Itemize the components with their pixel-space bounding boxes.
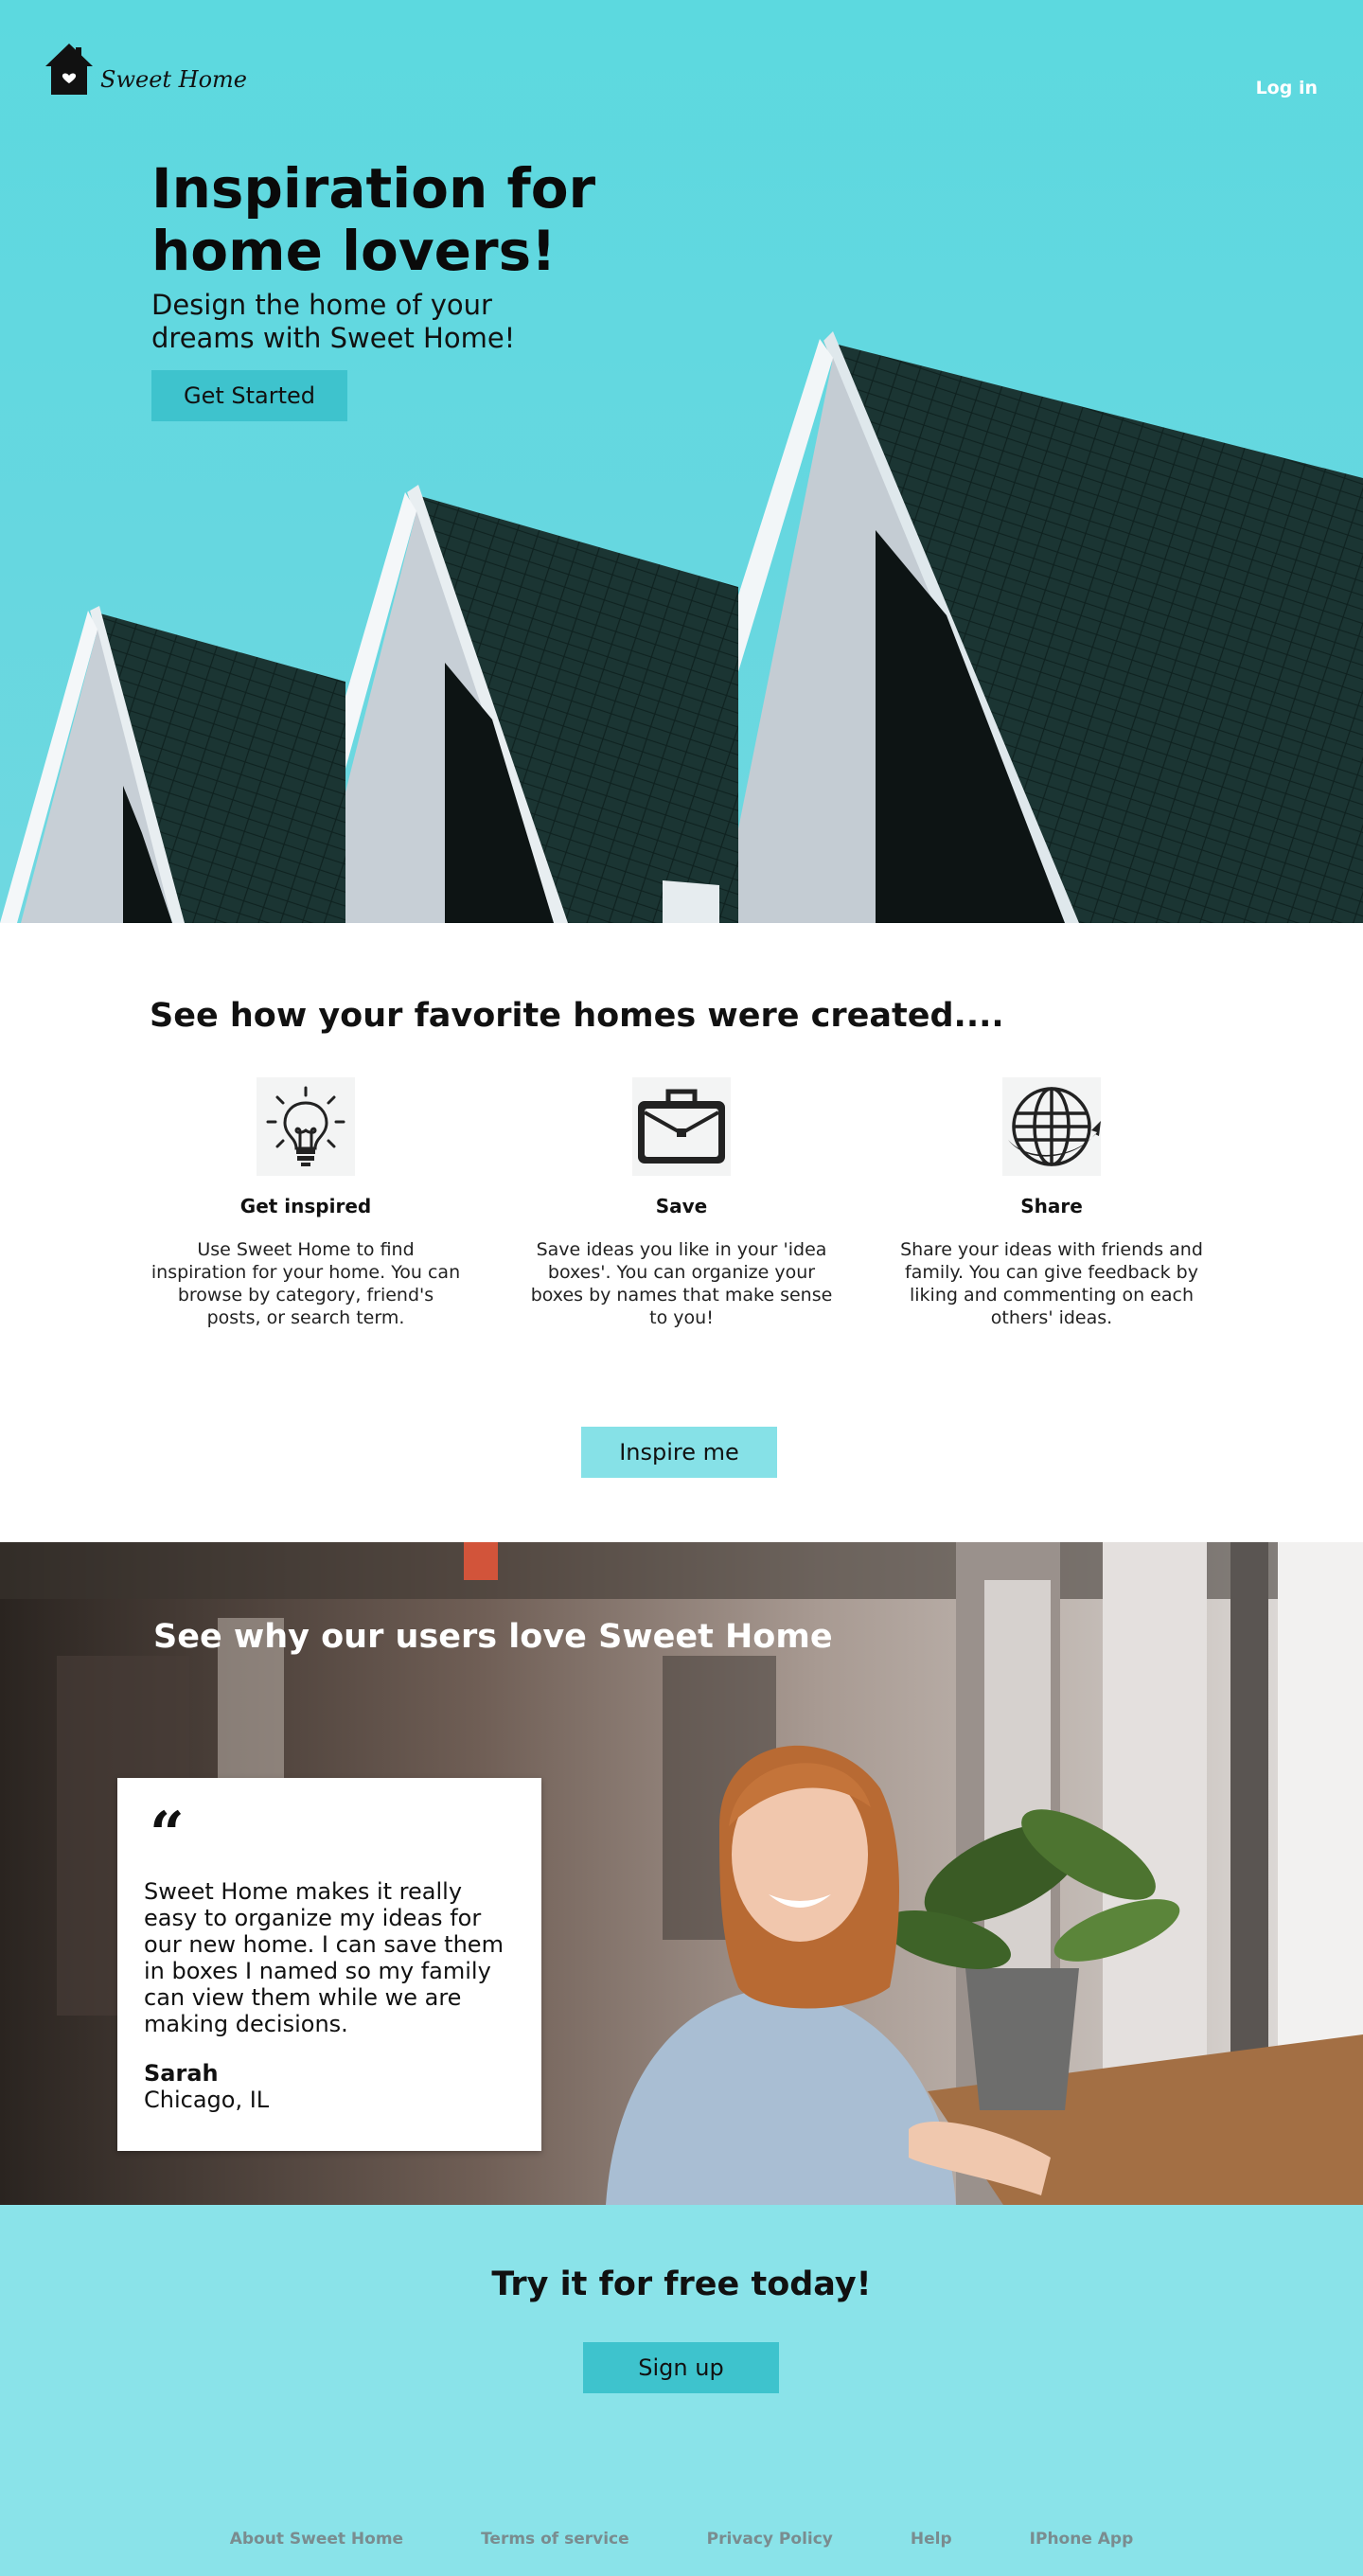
brand-logo[interactable]: Sweet Home: [44, 42, 247, 97]
lightbulb-icon-wrap: [257, 1077, 355, 1176]
footer-link-about[interactable]: About Sweet Home: [230, 2530, 403, 2549]
feature-description: Share your ideas with friends and family…: [900, 1239, 1203, 1328]
cta-title: Try it for free today!: [491, 2265, 872, 2303]
sign-up-button[interactable]: Sign up: [583, 2342, 779, 2393]
footer-link-help[interactable]: Help: [911, 2530, 952, 2549]
brand-name: Sweet Home: [100, 66, 248, 93]
footer-link-privacy[interactable]: Privacy Policy: [707, 2530, 833, 2549]
testimonial-card: “ Sweet Home makes it really easy to org…: [117, 1778, 541, 2151]
feature-share: Share Share your ideas with friends and …: [895, 1077, 1208, 1329]
lightbulb-icon: [266, 1086, 345, 1166]
hero-title: Inspiration for home lovers!: [151, 156, 596, 283]
briefcase-icon: [638, 1089, 725, 1164]
testimonial-title: See why our users love Sweet Home: [153, 1618, 833, 1656]
quote-mark-icon: “: [150, 1799, 185, 1870]
feature-description: Save ideas you like in your 'idea boxes'…: [530, 1239, 833, 1328]
feature-title: Get inspired: [239, 1195, 372, 1217]
login-link[interactable]: Log in: [1256, 78, 1318, 98]
globe-icon-wrap: [1002, 1077, 1101, 1176]
footer-link-terms[interactable]: Terms of service: [481, 2530, 629, 2549]
signup-cta-section: Try it for free today! Sign up About Swe…: [0, 2205, 1363, 2576]
inspire-me-button[interactable]: Inspire me: [581, 1427, 777, 1478]
testimonial-section: See why our users love Sweet Home “ Swee…: [0, 1542, 1363, 2205]
testimonial-location: Chicago, IL: [144, 2087, 270, 2113]
house-icon: [45, 44, 93, 95]
feature-save: Save Save ideas you like in your 'idea b…: [525, 1077, 838, 1329]
testimonial-quote: Sweet Home makes it really easy to organ…: [144, 1878, 504, 2037]
footer-link-iphone-app[interactable]: IPhone App: [1030, 2530, 1134, 2549]
hero-section: Sweet Home Log in Inspiration for home l…: [0, 0, 1363, 923]
get-started-button[interactable]: Get Started: [151, 370, 347, 421]
feature-get-inspired: Get inspired Use Sweet Home to find insp…: [150, 1077, 462, 1329]
features-title: See how your favorite homes were created…: [150, 997, 1004, 1035]
briefcase-icon-wrap: [632, 1077, 731, 1176]
feature-description: Use Sweet Home to find inspiration for y…: [150, 1239, 461, 1328]
testimonial-author: Sarah: [144, 2060, 219, 2087]
hero-roofs-image: [0, 331, 1363, 923]
feature-title: Save: [655, 1195, 708, 1217]
feature-title: Share: [1020, 1195, 1083, 1217]
globe-icon: [1008, 1087, 1101, 1166]
footer-nav: About Sweet Home Terms of service Privac…: [0, 2530, 1363, 2549]
hero-subtitle: Design the home of your dreams with Swee…: [151, 289, 516, 354]
